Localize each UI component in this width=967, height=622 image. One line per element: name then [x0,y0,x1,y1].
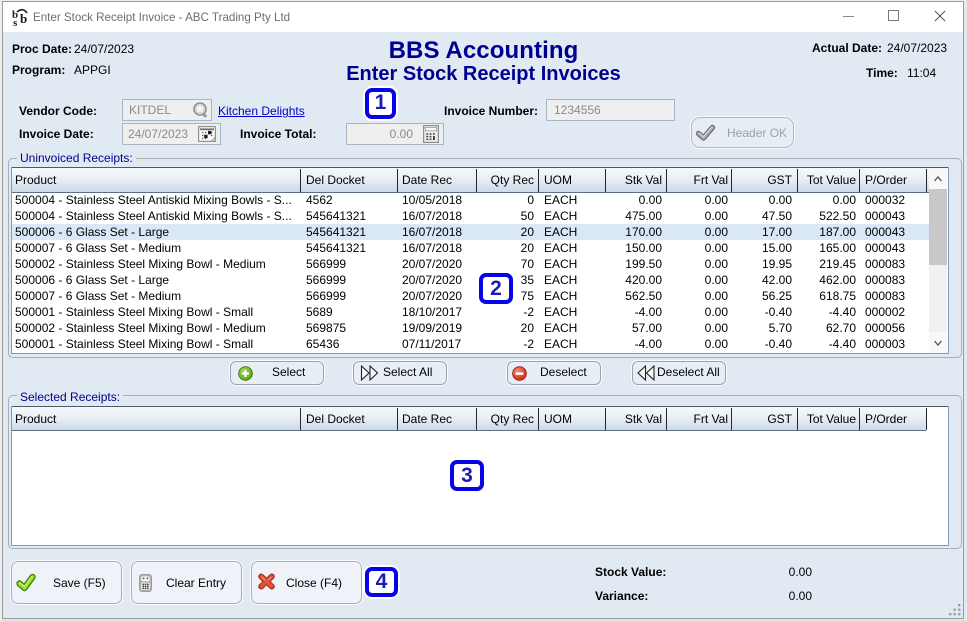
svg-text:s: s [13,17,18,27]
svg-text:b: b [20,11,27,26]
